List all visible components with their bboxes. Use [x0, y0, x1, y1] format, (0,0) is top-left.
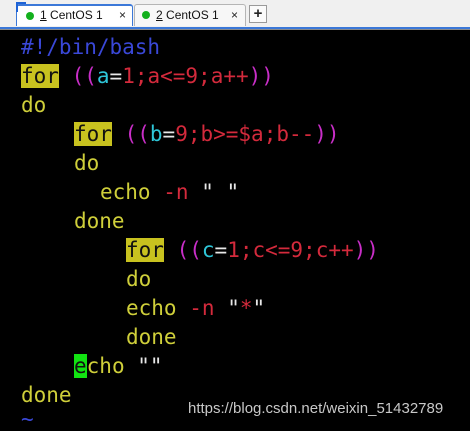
keyword-echo-rest: cho [86, 354, 125, 378]
code-line-2: for ((a=1;a<=9;a++)) [21, 62, 274, 90]
variable: b [149, 122, 163, 146]
variable: c [201, 238, 215, 262]
empty-string: "" [137, 354, 163, 378]
connected-status-icon [26, 12, 34, 20]
code-line-3: do [21, 93, 47, 117]
code-line-6: echo -n " " [100, 178, 239, 206]
code-line-4: for ((b=9;b>=$a;b--)) [74, 120, 340, 148]
tab-centos-1-session-1[interactable]: 1 CentOS 1 × [16, 2, 133, 26]
operator: = [214, 238, 228, 262]
tab-number: 2 [156, 8, 163, 22]
keyword-echo: echo [100, 180, 151, 204]
operator: = [109, 64, 123, 88]
code-line-10: echo -n "*" [126, 294, 265, 322]
code-line-7: done [74, 209, 125, 233]
tab-number: 1 [40, 8, 47, 22]
echo-flag: -n [189, 296, 215, 320]
shebang: #!/bin/bash [21, 35, 161, 59]
loop-expression: ;c<=9;c++ [239, 238, 354, 262]
tab-active-indicator [16, 2, 26, 12]
paren-close: )) [314, 122, 340, 146]
quote: " [226, 180, 240, 204]
code-line-8: for ((c=1;c<=9;c++)) [126, 236, 379, 264]
new-tab-button[interactable]: + [249, 5, 267, 23]
number: 1 [122, 64, 135, 88]
code-line-12: echo "" [74, 352, 163, 380]
code-line-5: do [74, 151, 100, 175]
quote: " [227, 296, 240, 320]
loop-expression: ;a<=9;a++ [134, 64, 249, 88]
quote: " [252, 296, 266, 320]
quote: " [201, 180, 214, 204]
code-line-11: done [126, 325, 177, 349]
tab-bar: 1 CentOS 1 × 2 CentOS 1 × + [0, 0, 470, 30]
keyword-for: for [74, 122, 112, 146]
keyword-for: for [21, 64, 59, 88]
empty-line-tilde: ~ [21, 407, 34, 431]
keyword-echo: echo [126, 296, 177, 320]
watermark-url: https://blog.csdn.net/weixin_51432789 [188, 400, 444, 417]
tab-name: CentOS 1 [162, 8, 219, 22]
loop-expression: ;b>=$a;b-- [187, 122, 315, 146]
echo-flag: -n [163, 180, 189, 204]
code-line-9: do [126, 267, 152, 291]
terminal-pane[interactable]: #!/bin/bash for ((a=1;a<=9;a++)) do for … [0, 30, 470, 431]
number: 9 [175, 122, 188, 146]
close-tab-icon[interactable]: × [231, 5, 238, 26]
connected-status-icon [142, 11, 150, 19]
code-line-1: #!/bin/bash [21, 33, 160, 61]
paren-open: (( [111, 122, 150, 146]
paren-close: )) [353, 238, 379, 262]
code-line-13: done [21, 383, 72, 407]
paren-open: (( [58, 64, 97, 88]
number: 1 [227, 238, 240, 262]
paren-open: (( [163, 238, 202, 262]
paren-close: )) [248, 64, 274, 88]
keyword-for: for [126, 238, 164, 262]
tab-centos-1-session-2[interactable]: 2 CentOS 1 × [134, 4, 246, 26]
variable: a [96, 64, 110, 88]
tab-label: 2 CentOS 1 [156, 5, 219, 26]
operator: = [162, 122, 176, 146]
string-content: * [239, 296, 253, 320]
tab-name: CentOS 1 [46, 8, 103, 22]
tab-label: 1 CentOS 1 [40, 6, 103, 25]
close-tab-icon[interactable]: × [119, 6, 126, 25]
string-content [214, 180, 227, 204]
text-cursor: e [74, 354, 87, 378]
